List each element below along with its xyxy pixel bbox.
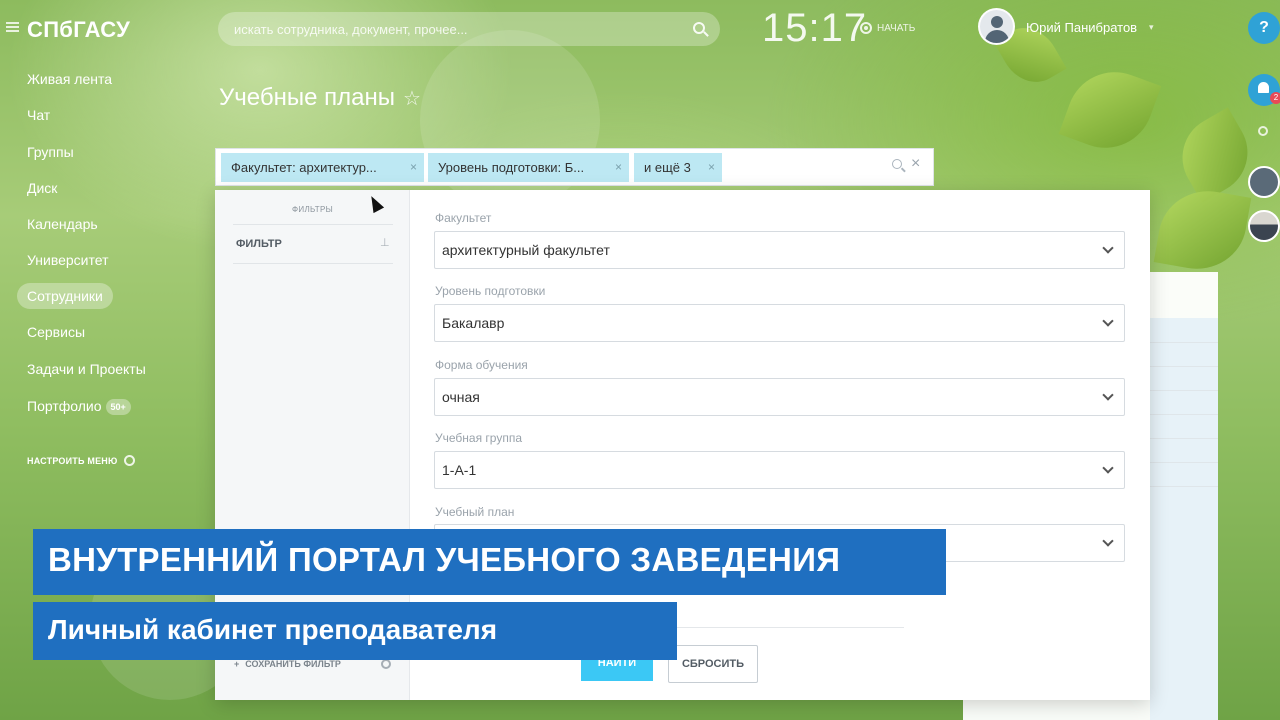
sidebar-item-label: Календарь xyxy=(27,216,98,232)
save-filter-label: СОХРАНИТЬ ФИЛЬТР xyxy=(245,659,341,669)
plus-icon: + xyxy=(234,659,240,669)
contact-avatar[interactable] xyxy=(1248,210,1280,242)
background-table-area xyxy=(1150,318,1218,720)
sidebar-item-label: Университет xyxy=(27,252,109,268)
level-value: Бакалавр xyxy=(442,315,505,331)
study-form-select[interactable]: очная xyxy=(434,378,1125,416)
field-label-level: Уровень подготовки xyxy=(435,284,546,298)
sidebar-item-label: Живая лента xyxy=(27,71,113,87)
background-table-row xyxy=(1150,390,1218,391)
start-label: НАЧАТЬ xyxy=(877,22,916,34)
field-label-plan: Учебный план xyxy=(435,505,515,519)
search-icon[interactable] xyxy=(892,159,902,169)
clock: 15:17 xyxy=(762,6,868,50)
sidebar-item-label: Чат xyxy=(27,107,51,123)
background-table-row xyxy=(1150,414,1218,415)
divider xyxy=(233,224,393,225)
sidebar-item-label: Портфолио xyxy=(27,398,102,414)
close-icon[interactable]: × xyxy=(708,153,715,182)
page-title: Учебные планы ☆ xyxy=(219,84,421,112)
sidebar-item-chat[interactable]: Чат xyxy=(17,102,60,128)
close-icon[interactable]: × xyxy=(615,153,622,182)
level-select[interactable]: Бакалавр xyxy=(434,304,1125,342)
chip-label: Факультет: архитектур... xyxy=(231,160,377,175)
faculty-value: архитектурный факультет xyxy=(442,242,610,258)
chevron-down-icon[interactable]: ▾ xyxy=(1149,22,1154,33)
sidebar-item-portfolio[interactable]: Портфолио 50+ xyxy=(17,393,141,419)
group-value: 1-А-1 xyxy=(442,462,477,478)
saved-filter-item[interactable]: ФИЛЬТР xyxy=(236,238,282,250)
subline-caption: Личный кабинет преподавателя xyxy=(33,602,677,660)
group-select[interactable]: 1-А-1 xyxy=(434,451,1125,489)
background-table-row xyxy=(1150,462,1218,463)
menu-burger-icon[interactable] xyxy=(6,22,19,32)
divider xyxy=(233,263,393,264)
chevron-down-icon xyxy=(1102,389,1114,401)
reset-button[interactable]: СБРОСИТЬ xyxy=(668,645,758,683)
filter-chip-more[interactable]: и ещё 3 × xyxy=(634,153,722,182)
sidebar-item-label: Сотрудники xyxy=(27,288,103,304)
sidebar-item-label: Задачи и Проекты xyxy=(27,361,146,377)
field-label-group: Учебная группа xyxy=(435,431,523,445)
page-title-text: Учебные планы xyxy=(219,84,395,111)
filter-chip-level[interactable]: Уровень подготовки: Б... × xyxy=(428,153,629,182)
sidebar-item-employees[interactable]: Сотрудники xyxy=(17,283,113,309)
filter-chip-faculty[interactable]: Факультет: архитектур... × xyxy=(221,153,424,182)
record-icon xyxy=(860,22,872,34)
user-name[interactable]: Юрий Панибратов xyxy=(1026,20,1137,35)
sidebar-item-tasks[interactable]: Задачи и Проекты xyxy=(17,356,156,382)
background-table-row xyxy=(1150,366,1218,367)
chevron-down-icon xyxy=(1102,242,1114,254)
notification-badge: 2 xyxy=(1270,92,1280,104)
sidebar-item-university[interactable]: Университет xyxy=(17,247,118,273)
gear-icon xyxy=(124,455,136,466)
sidebar-item-label: Диск xyxy=(27,180,58,196)
filter-bar[interactable]: Факультет: архитектур... × Уровень подго… xyxy=(215,148,934,186)
global-search[interactable] xyxy=(218,12,720,46)
sidebar-item-disk[interactable]: Диск xyxy=(17,175,67,201)
chevron-down-icon xyxy=(1102,535,1114,547)
help-button[interactable]: ? xyxy=(1248,12,1280,44)
counter-badge: 50+ xyxy=(105,399,131,416)
configure-menu-label: НАСТРОИТЬ МЕНЮ xyxy=(27,455,118,466)
study-form-value: очная xyxy=(442,389,480,405)
sidebar-item-services[interactable]: Сервисы xyxy=(17,319,95,345)
search-icon[interactable] xyxy=(693,22,705,34)
gear-icon[interactable] xyxy=(381,659,391,669)
headline-caption: ВНУТРЕННИЙ ПОРТАЛ УЧЕБНОГО ЗАВЕДЕНИЯ xyxy=(33,529,946,595)
search-input[interactable] xyxy=(218,12,658,46)
sidebar-item-label: Сервисы xyxy=(27,324,86,340)
configure-menu-button[interactable]: НАСТРОИТЬ МЕНЮ xyxy=(27,455,136,466)
search-icon[interactable] xyxy=(1258,126,1268,136)
chevron-down-icon xyxy=(1102,462,1114,474)
portal-logo[interactable]: СПбГАСУ xyxy=(27,17,130,43)
sidebar-item-label: Группы xyxy=(27,144,74,160)
start-workday-button[interactable]: НАЧАТЬ xyxy=(860,22,915,34)
chip-label: и ещё 3 xyxy=(644,160,691,175)
background-leaf xyxy=(1058,58,1162,162)
close-icon[interactable]: × xyxy=(911,156,920,172)
faculty-select[interactable]: архитектурный факультет xyxy=(434,231,1125,269)
field-label-faculty: Факультет xyxy=(435,211,492,225)
background-leaf xyxy=(1153,183,1252,277)
background-table-row xyxy=(1150,438,1218,439)
background-table-row xyxy=(1150,486,1218,487)
save-filter-button[interactable]: + СОХРАНИТЬ ФИЛЬТР xyxy=(234,659,341,669)
pin-icon[interactable]: ⊥ xyxy=(380,236,390,249)
chip-label: Уровень подготовки: Б... xyxy=(438,160,585,175)
star-icon[interactable]: ☆ xyxy=(403,86,421,111)
sidebar-item-calendar[interactable]: Календарь xyxy=(17,211,108,237)
field-label-study-form: Форма обучения xyxy=(435,358,528,372)
contact-avatar[interactable] xyxy=(1248,166,1280,198)
user-avatar[interactable] xyxy=(978,8,1015,45)
chevron-down-icon xyxy=(1102,315,1114,327)
sidebar-item-live-feed[interactable]: Живая лента xyxy=(17,66,122,92)
background-table-row xyxy=(1150,342,1218,343)
close-icon[interactable]: × xyxy=(410,153,417,182)
sidebar-item-groups[interactable]: Группы xyxy=(17,139,84,165)
